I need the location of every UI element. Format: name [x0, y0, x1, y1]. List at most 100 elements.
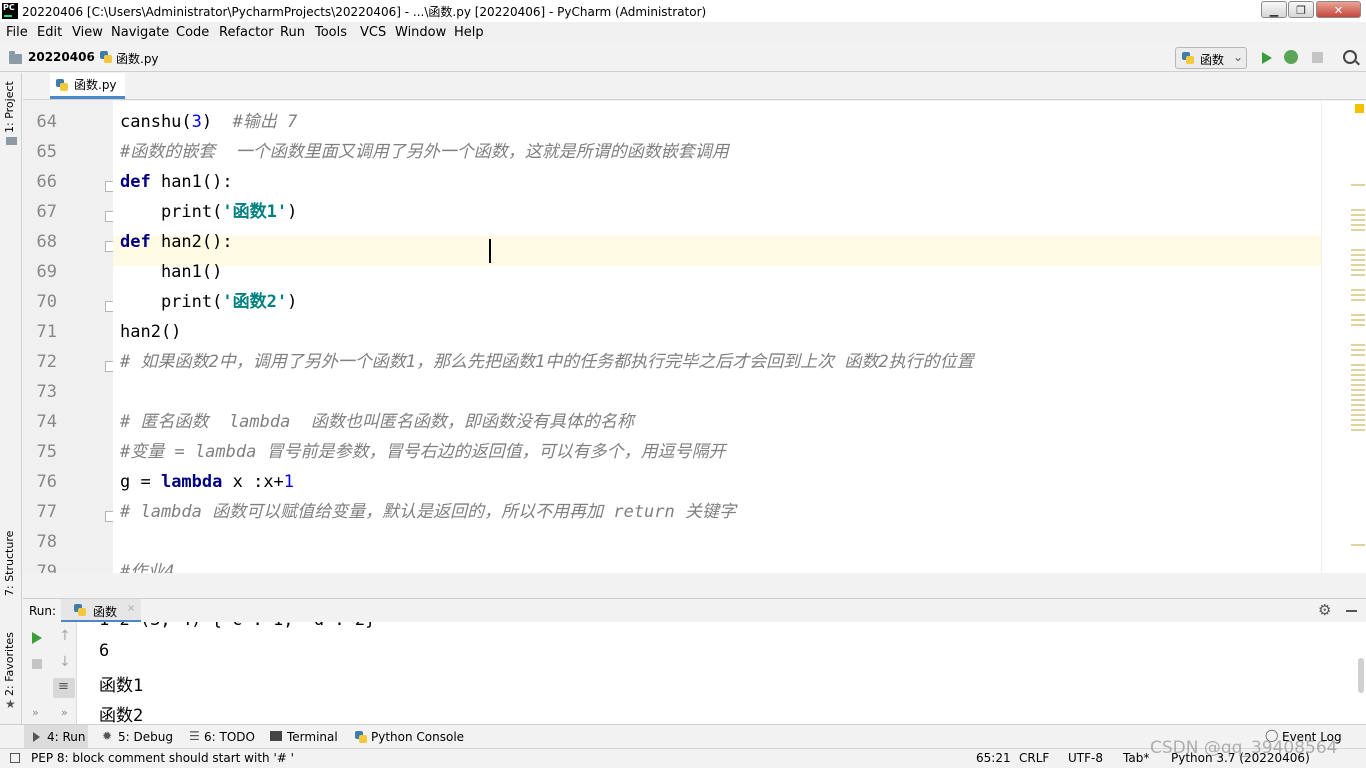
run-toolbar: ↑ ↓ ≡ » » [23, 622, 77, 724]
line-number: 78 [36, 532, 57, 552]
line-number: 68 [36, 232, 57, 252]
maximize-button[interactable]: ❐ [1288, 1, 1314, 18]
console-line: 6 [99, 641, 110, 661]
gear-icon[interactable]: ⚙ [1318, 601, 1331, 619]
line-separator[interactable]: CRLF [1019, 751, 1049, 765]
file-encoding[interactable]: UTF-8 [1068, 751, 1103, 765]
menu-tools[interactable]: Tools [315, 25, 347, 40]
status-message: PEP 8: block comment should start with '… [31, 751, 294, 765]
code-line: print('函数2') [120, 287, 297, 317]
run-icon[interactable] [1262, 52, 1272, 64]
fold-marker-icon[interactable] [105, 301, 113, 312]
rerun-icon[interactable] [32, 632, 42, 644]
tool-tab-todo[interactable]: 6: TODO [204, 730, 255, 744]
code-token: #作业4 [120, 562, 175, 573]
code-token: # lambda 函数可以赋值给变量，默认是返回的，所以不用再加 return … [120, 502, 736, 522]
soft-wrap-icon[interactable]: ≡ [53, 678, 75, 698]
code-token: # 匿名函数 lambda 函数也叫匿名函数，即函数没有具体的名称 [120, 412, 634, 432]
menu-code[interactable]: Code [176, 25, 209, 40]
debug-bug-icon[interactable] [1284, 50, 1298, 64]
code-token: x :x+ [222, 472, 284, 492]
line-number: 75 [36, 442, 57, 462]
code-token: 3 [191, 112, 202, 132]
code-line: def han2(): [120, 227, 233, 257]
minimize-button[interactable]: ▁ [1261, 1, 1287, 18]
stop-run-icon[interactable] [32, 659, 42, 669]
code-line: # lambda 函数可以赋值给变量，默认是返回的，所以不用再加 return … [120, 497, 736, 527]
code-token: #变量 = lambda 冒号前是参数，冒号右边的返回值，可以有多个，用逗号隔开 [120, 442, 726, 462]
fold-marker-icon[interactable] [105, 511, 113, 522]
arrow-up-icon[interactable]: ↑ [59, 628, 71, 644]
tab-project[interactable]: 1: Project [3, 81, 16, 133]
arrow-down-icon[interactable]: ↓ [59, 654, 71, 670]
caret-position[interactable]: 65:21 [976, 751, 1011, 765]
menu-run[interactable]: Run [280, 25, 305, 40]
breadcrumb-project[interactable]: 20220406 [28, 50, 95, 64]
code-token: ) [287, 202, 298, 222]
code-line: #函数的嵌套 一个函数里面又调用了另外一个函数，这就是所谓的函数嵌套调用 [120, 137, 729, 167]
code-token: #输出 7 [232, 112, 298, 132]
breadcrumb-file[interactable]: 函数.py [116, 50, 159, 67]
line-number: 65 [36, 142, 57, 162]
tab-structure[interactable]: 7: Structure [3, 531, 16, 596]
breadcrumb-separator-icon: › [88, 49, 93, 63]
pycharm-logo-icon: PC [2, 3, 18, 19]
code-editor[interactable]: canshu(3) #输出 7 #函数的嵌套 一个函数里面又调用了另外一个函数，这… [113, 101, 1321, 573]
more-icon[interactable]: » [61, 706, 68, 719]
line-number: 71 [36, 322, 57, 342]
fold-marker-icon[interactable] [105, 241, 113, 252]
tool-tab-debug[interactable]: 5: Debug [118, 730, 173, 744]
indent-setting[interactable]: Tab* [1123, 751, 1149, 765]
fold-marker-icon[interactable] [105, 211, 113, 222]
menu-view[interactable]: View [72, 25, 103, 40]
line-number: 72 [36, 352, 57, 372]
editor-tab-bar: 函数.py [23, 73, 1366, 100]
stop-icon[interactable] [1312, 52, 1323, 63]
watermark: CSDN @qq_39408564 [1150, 738, 1338, 758]
menu-help[interactable]: Help [454, 25, 484, 40]
close-button[interactable]: ✕ [1316, 1, 1361, 18]
terminal-icon [270, 731, 282, 741]
run-configuration-dropdown[interactable]: 函数 ⌄ [1175, 47, 1247, 69]
code-line: g = lambda x :x+1 [120, 467, 294, 497]
run-console-output[interactable]: 1 2 (3, 4) {'c': 1, 'd': 2} 6 函数1 函数2 [77, 622, 1366, 724]
console-line: 函数1 [99, 676, 144, 696]
navigation-bar: 20220406 › 函数.py [0, 43, 1366, 72]
code-token: ) [287, 292, 298, 312]
console-scrollbar[interactable] [1358, 658, 1364, 693]
code-line: han1() [120, 257, 222, 287]
error-stripe [1321, 101, 1366, 573]
code-token: print( [120, 202, 223, 222]
python-file-icon [100, 51, 112, 63]
tab-favorites[interactable]: 2: Favorites [3, 632, 16, 696]
menu-refactor[interactable]: Refactor [219, 25, 274, 40]
run-tab[interactable]: 函数 × [61, 599, 141, 622]
more-left-icon[interactable]: » [32, 706, 39, 719]
code-token: '函数1' [222, 202, 288, 222]
menu-edit[interactable]: Edit [37, 25, 62, 40]
tab-function-py[interactable]: 函数.py [50, 73, 125, 99]
menu-navigate[interactable]: Navigate [111, 25, 169, 40]
menu-file[interactable]: File [6, 25, 28, 40]
code-token: def [120, 232, 151, 252]
status-toggle-icon[interactable] [10, 753, 20, 763]
code-token: 1 [283, 472, 295, 492]
menu-window[interactable]: Window [395, 25, 446, 40]
close-tab-icon[interactable]: × [127, 603, 135, 614]
code-token: print( [120, 292, 223, 312]
code-token: ) [201, 112, 233, 132]
hide-panel-icon[interactable] [1346, 610, 1357, 612]
tool-tab-terminal[interactable]: Terminal [287, 730, 338, 744]
tool-tab-python-console[interactable]: Python Console [371, 730, 464, 744]
code-token: han1(): [150, 172, 233, 192]
line-number: 69 [36, 262, 57, 282]
bug-icon: ✹ [102, 729, 113, 743]
tool-tab-run[interactable]: 4: Run [24, 725, 88, 748]
left-tool-strip: 1: Project 7: Structure 2: Favorites ★ [0, 73, 22, 724]
menu-vcs[interactable]: VCS [360, 25, 386, 40]
fold-marker-icon[interactable] [105, 181, 113, 192]
caret-line-highlight [113, 236, 1321, 266]
line-number-gutter: 64 65 66 67 68 69 70 71 72 73 74 75 76 77 78 79 [23, 101, 113, 573]
warning-indicator-icon[interactable] [1355, 104, 1364, 113]
fold-marker-icon[interactable] [105, 361, 113, 372]
